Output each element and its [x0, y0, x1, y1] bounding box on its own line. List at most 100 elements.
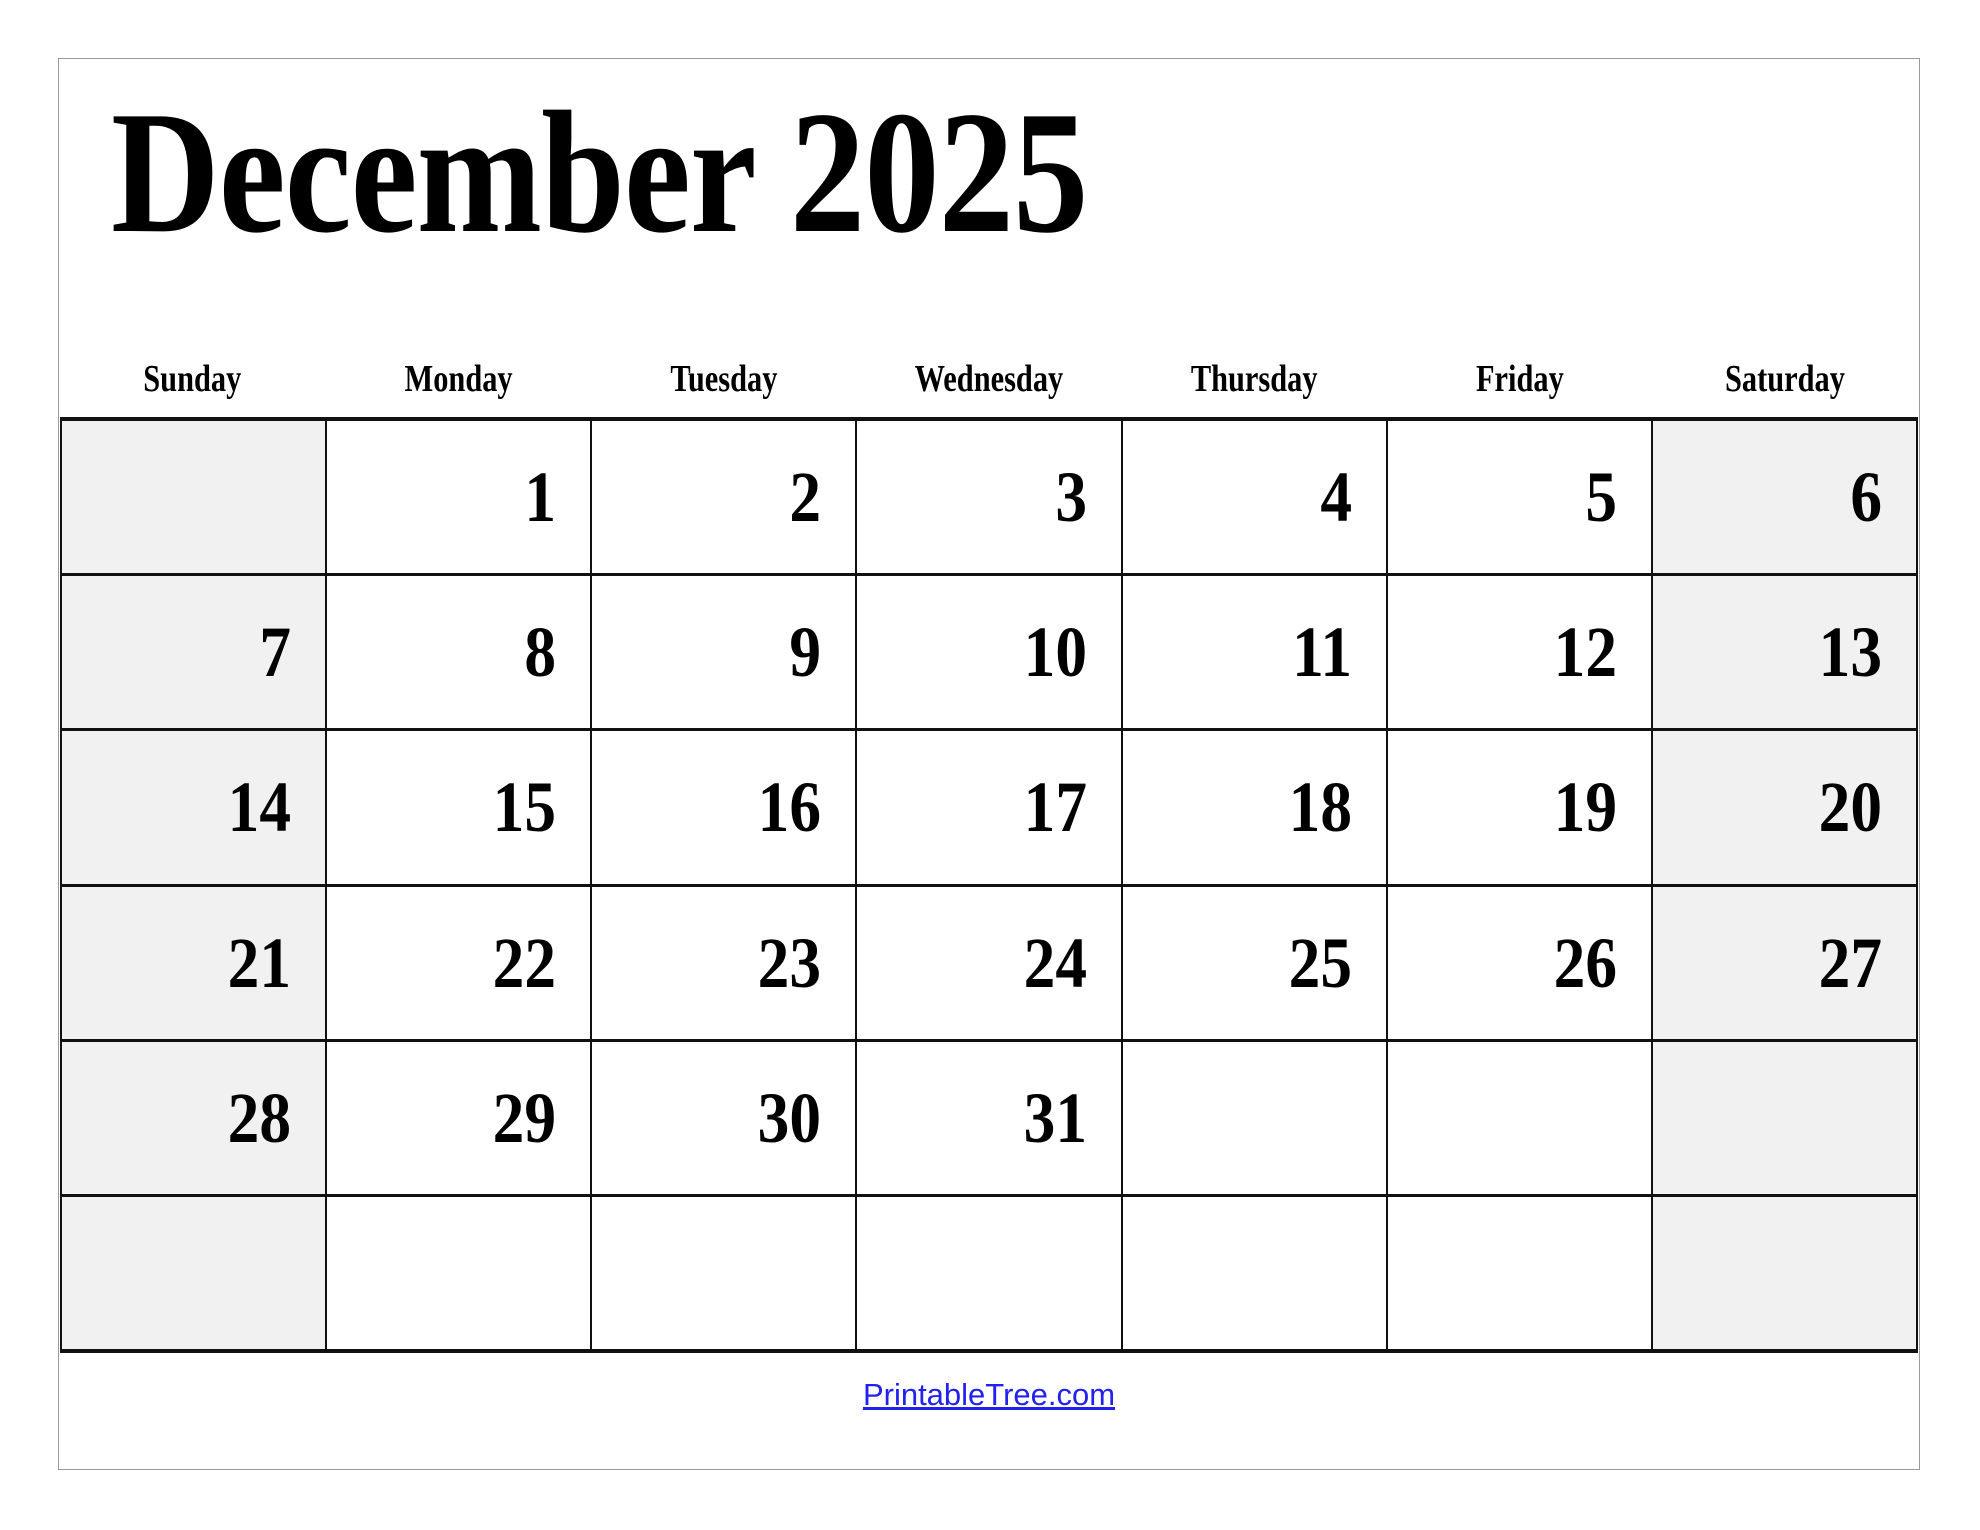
weekday-header-tuesday: Tuesday [591, 331, 856, 403]
day-cell[interactable]: 4 [1122, 421, 1388, 574]
day-cell-empty[interactable] [1122, 1196, 1388, 1350]
day-number: 13 [1818, 612, 1882, 693]
weekday-header-saturday: Saturday [1653, 331, 1918, 403]
day-cell-empty[interactable] [1652, 1041, 1916, 1194]
day-number: 2 [789, 457, 822, 538]
day-number: 23 [758, 922, 822, 1003]
week-row: 14 15 16 17 18 19 20 [62, 731, 1916, 887]
day-cell-empty[interactable] [1387, 1196, 1653, 1350]
day-cell[interactable]: 31 [857, 1041, 1123, 1194]
day-number: 10 [1023, 612, 1087, 693]
day-cell-empty[interactable] [1652, 1196, 1916, 1350]
day-cell[interactable]: 13 [1652, 576, 1916, 729]
weekday-header-sunday: Sunday [60, 331, 325, 403]
day-cell[interactable]: 26 [1387, 886, 1653, 1039]
day-number: 24 [1023, 922, 1087, 1003]
weekday-label: Tuesday [670, 358, 778, 400]
weekday-label: Saturday [1725, 358, 1846, 400]
weekday-header-row: Sunday Monday Tuesday Wednesday Thursday Frid… [60, 331, 1918, 403]
week-row [62, 1196, 1916, 1350]
day-number: 5 [1585, 457, 1617, 538]
day-number: 12 [1553, 612, 1617, 693]
day-cell[interactable]: 10 [857, 576, 1123, 729]
day-cell[interactable]: 22 [327, 886, 593, 1039]
day-cell[interactable]: 18 [1122, 731, 1388, 884]
day-number: 28 [227, 1077, 292, 1158]
day-cell[interactable]: 9 [592, 576, 858, 729]
day-cell[interactable]: 12 [1387, 576, 1653, 729]
day-number: 18 [1288, 767, 1352, 848]
day-number: 15 [492, 767, 557, 848]
day-cell[interactable]: 25 [1122, 886, 1388, 1039]
day-cell[interactable]: 24 [857, 886, 1123, 1039]
week-row: 21 22 23 24 25 26 27 [62, 886, 1916, 1042]
page-title: December 2025 [111, 75, 1088, 269]
day-number: 19 [1553, 767, 1617, 848]
weekday-label: Sunday [143, 358, 242, 400]
footer: PrintableTree.com [59, 1369, 1919, 1439]
day-cell-empty[interactable] [857, 1196, 1123, 1350]
weekday-header-wednesday: Wednesday [856, 331, 1121, 403]
day-cell[interactable]: 1 [327, 421, 593, 574]
day-number: 14 [227, 767, 292, 848]
day-cell[interactable]: 8 [327, 576, 593, 729]
day-number: 25 [1288, 922, 1352, 1003]
day-number: 8 [524, 612, 557, 693]
day-number: 17 [1023, 767, 1087, 848]
day-cell-empty[interactable] [62, 1196, 328, 1350]
calendar-page: December 2025 Sunday Monday Tuesday Wednesd… [58, 58, 1920, 1470]
day-cell[interactable]: 11 [1122, 576, 1388, 729]
day-cell[interactable]: 21 [62, 886, 328, 1039]
day-number: 6 [1850, 457, 1882, 538]
day-cell[interactable]: 14 [62, 731, 328, 884]
week-row: 7 8 9 10 11 12 13 [62, 576, 1916, 732]
day-cell[interactable]: 16 [592, 731, 858, 884]
day-cell[interactable]: 23 [592, 886, 858, 1039]
weekday-label: Friday [1475, 358, 1564, 400]
day-cell[interactable]: 15 [327, 731, 593, 884]
weekday-label: Thursday [1191, 358, 1318, 400]
day-cell[interactable]: 19 [1387, 731, 1653, 884]
day-number: 22 [492, 922, 557, 1003]
day-number: 16 [758, 767, 822, 848]
title-row: December 2025 [111, 77, 1871, 267]
day-number: 31 [1023, 1077, 1087, 1158]
day-cell[interactable]: 3 [857, 421, 1123, 574]
day-cell[interactable]: 29 [327, 1041, 593, 1194]
day-number: 30 [758, 1077, 822, 1158]
day-number: 1 [524, 457, 557, 538]
day-cell-empty[interactable] [62, 421, 328, 574]
weekday-header-thursday: Thursday [1122, 331, 1387, 403]
day-number: 26 [1553, 922, 1617, 1003]
day-number: 9 [789, 612, 822, 693]
day-number: 20 [1818, 767, 1882, 848]
day-number: 7 [259, 612, 292, 693]
day-cell[interactable]: 2 [592, 421, 858, 574]
day-cell[interactable]: 5 [1387, 421, 1653, 574]
day-cell[interactable]: 17 [857, 731, 1123, 884]
week-row: 28 29 30 31 [62, 1041, 1916, 1197]
day-cell[interactable]: 27 [1652, 886, 1916, 1039]
day-cell-empty[interactable] [1387, 1041, 1653, 1194]
day-number: 11 [1291, 612, 1352, 693]
day-number: 29 [492, 1077, 557, 1158]
day-cell[interactable]: 30 [592, 1041, 858, 1194]
day-cell[interactable]: 28 [62, 1041, 328, 1194]
calendar-grid: 1 2 3 4 5 6 7 8 9 10 11 12 13 14 15 16 17 18 19 20 21 22 23 24 2… [60, 417, 1918, 1353]
day-cell-empty[interactable] [327, 1196, 593, 1350]
day-number: 27 [1818, 922, 1882, 1003]
day-number: 21 [227, 922, 292, 1003]
weekday-label: Wednesday [914, 358, 1064, 400]
day-cell[interactable]: 6 [1652, 421, 1916, 574]
day-number: 3 [1054, 457, 1087, 538]
printabletree-link[interactable]: PrintableTree.com [863, 1377, 1115, 1413]
weekday-header-friday: Friday [1387, 331, 1652, 403]
day-cell[interactable]: 7 [62, 576, 328, 729]
week-row: 1 2 3 4 5 6 [62, 421, 1916, 577]
weekday-label: Monday [404, 358, 513, 400]
day-cell-empty[interactable] [1122, 1041, 1388, 1194]
day-cell-empty[interactable] [592, 1196, 858, 1350]
day-number: 4 [1320, 457, 1352, 538]
day-cell[interactable]: 20 [1652, 731, 1916, 884]
weekday-header-monday: Monday [325, 331, 590, 403]
